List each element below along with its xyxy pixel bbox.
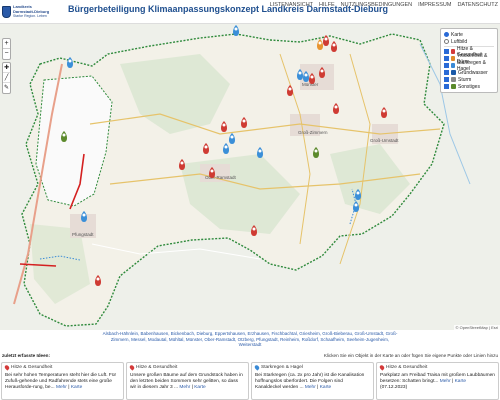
pin-blue-icon (253, 364, 261, 371)
idea-card[interactable]: Hitze & Gesundheit Parkplatz am Freibad … (376, 362, 499, 400)
draw-line-icon[interactable]: ╱ (3, 73, 10, 83)
pin-grey-icon (451, 77, 456, 82)
pin-red-icon (450, 49, 455, 54)
municipality-links[interactable]: Alsbach-Hähnlein, Babenhausen, Bickenbac… (0, 331, 500, 349)
map-pin-starkregen[interactable] (233, 25, 239, 36)
pin-green-icon (451, 84, 456, 89)
place-label: Pfungstadt (72, 232, 94, 237)
idea-card[interactable]: Starkregen & Hagel Bei Starkregen (ca. 2… (251, 362, 374, 400)
zoom-out-button[interactable]: − (3, 49, 10, 59)
checkbox-checked-icon[interactable] (444, 84, 449, 89)
draw-toolbar: ✚ ╱ ✎ (2, 62, 11, 94)
idea-card[interactable]: Hitze & Gesundheit Bei sehr hohen Temper… (1, 362, 124, 400)
map-attribution[interactable]: © OpenStreetMap | Esri (453, 325, 500, 330)
overlay-sonstiges[interactable]: Sonstiges (444, 83, 494, 90)
ideas-bar: zuletzt erfasste Ideen: Klicken Sie ein … (0, 352, 500, 360)
idea-category: Hitze & Gesundheit (11, 365, 53, 370)
pin-red-icon (3, 364, 11, 371)
place-label: Groß-Zimmern (298, 130, 328, 135)
idea-category: Hitze & Gesundheit (136, 365, 178, 370)
idea-more-link[interactable]: Mehr (56, 385, 67, 390)
base-layer-aerial[interactable]: Luftbild (444, 38, 494, 45)
idea-cards: Hitze & Gesundheit Bei sehr hohen Temper… (0, 362, 500, 400)
edit-icon[interactable]: ✎ (3, 83, 10, 93)
idea-more-link[interactable]: Mehr (179, 385, 190, 390)
radio-selected-icon[interactable] (444, 32, 449, 37)
idea-more-link[interactable]: Mehr (440, 379, 451, 384)
overlay-grundwasser[interactable]: Grundwasser (444, 69, 494, 76)
coat-of-arms-icon (2, 6, 11, 18)
zoom-in-button[interactable]: + (3, 39, 10, 49)
ideas-heading: zuletzt erfasste Ideen: (2, 353, 50, 358)
idea-map-link[interactable]: Karte (194, 385, 205, 390)
nav-imprint[interactable]: IMPRESSUM (418, 2, 451, 8)
pin-red-icon (378, 364, 386, 371)
nav-list-view[interactable]: LISTENANSICHT (270, 2, 313, 8)
checkbox-checked-icon[interactable] (444, 77, 449, 82)
ideas-hint: Klicken Sie ein Objekt in der Karte an o… (323, 353, 498, 358)
overlay-starkregen[interactable]: Starkregen & Hagel (444, 60, 494, 72)
idea-map-link[interactable]: Karte (455, 379, 466, 384)
pin-blue-icon (450, 63, 455, 68)
idea-map-link[interactable]: Karte (320, 385, 331, 390)
pin-orange-icon (450, 56, 455, 61)
idea-category: Starkregen & Hagel (261, 365, 303, 370)
overlay-sturm[interactable]: Sturm (444, 76, 494, 83)
layer-switcher: Karte Luftbild Hitze & Gesundheit Trocke… (440, 28, 498, 93)
idea-category: Hitze & Gesundheit (386, 365, 428, 370)
zoom-control: + − (2, 38, 11, 60)
logo-line-3: Starke Region. Leben (13, 14, 47, 19)
idea-card[interactable]: Hitze & Gesundheit Unsere großen Bäume a… (126, 362, 249, 400)
idea-text: Parkplatz am Freibad Traisa mit großem L… (380, 373, 495, 384)
checkbox-checked-icon[interactable] (444, 49, 449, 54)
nav-help[interactable]: HILFE (319, 2, 335, 8)
checkbox-checked-icon[interactable] (444, 70, 449, 75)
pin-red-icon (128, 364, 136, 371)
place-label: Groß-Umstadt (370, 138, 399, 143)
top-nav: LISTENANSICHT HILFE NUTZUNGSBEDINGUNGEN … (270, 2, 498, 8)
base-layer-map[interactable]: Karte (444, 31, 494, 38)
idea-map-link[interactable]: Karte (71, 385, 82, 390)
checkbox-checked-icon[interactable] (444, 56, 449, 61)
map-pin-starkregen[interactable] (67, 57, 73, 68)
checkbox-checked-icon[interactable] (444, 63, 449, 68)
idea-date: (07.12.2023) (380, 385, 408, 390)
map-view[interactable]: Groß-Zimmern Groß-Umstadt Ober-Ramstadt … (0, 24, 500, 330)
nav-privacy[interactable]: DATENSCHUTZ (457, 2, 498, 8)
idea-more-link[interactable]: Mehr (305, 385, 316, 390)
pin-darkblue-icon (451, 70, 456, 75)
radio-icon[interactable] (444, 39, 449, 44)
map-canvas[interactable]: Groß-Zimmern Groß-Umstadt Ober-Ramstadt … (0, 24, 500, 330)
draw-marker-icon[interactable]: ✚ (3, 63, 10, 73)
app-header: Landkreis Darmstadt-Dieburg Starke Regio… (0, 0, 500, 24)
county-logo[interactable]: Landkreis Darmstadt-Dieburg Starke Regio… (2, 1, 52, 23)
nav-terms[interactable]: NUTZUNGSBEDINGUNGEN (341, 2, 413, 8)
